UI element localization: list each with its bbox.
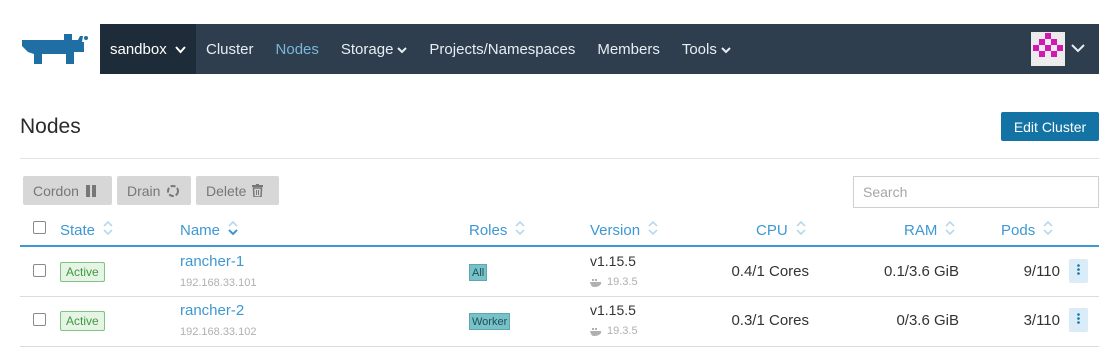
- drain-button[interactable]: Drain: [117, 176, 191, 205]
- sort-icon: [945, 220, 955, 239]
- node-ip: 192.168.33.102: [180, 326, 257, 338]
- column-header-version[interactable]: Version: [590, 220, 658, 239]
- delete-button[interactable]: Delete: [196, 176, 279, 205]
- chevron-down-icon: [397, 41, 408, 58]
- cpu-value: 0.4/1 Cores: [731, 263, 809, 280]
- column-label: State: [60, 221, 96, 239]
- column-label: Version: [590, 221, 641, 239]
- edit-cluster-button[interactable]: Edit Cluster: [1001, 112, 1099, 141]
- column-header-state[interactable]: State: [60, 220, 113, 239]
- top-navigation: sandbox Cluster Nodes Storage Projects/N…: [100, 24, 1099, 74]
- chevron-down-icon: [721, 41, 731, 58]
- nav-storage[interactable]: Storage: [341, 41, 408, 58]
- node-name-link[interactable]: rancher-2: [180, 302, 244, 319]
- node-name-link[interactable]: rancher-1: [180, 253, 244, 270]
- pods-value: 3/110: [1023, 312, 1060, 329]
- row-divider: [20, 346, 1099, 347]
- nav-cluster[interactable]: Cluster: [206, 41, 254, 58]
- node-ip: 192.168.33.101: [180, 277, 257, 289]
- user-menu[interactable]: [1031, 32, 1085, 66]
- nav-nodes-label: Nodes: [275, 40, 319, 58]
- nav-tools-label: Tools: [681, 40, 717, 58]
- sort-icon: [515, 220, 525, 239]
- nav-nodes[interactable]: Nodes: [276, 41, 319, 58]
- nav-cluster-label: Cluster: [206, 40, 254, 58]
- status-badge: Active: [60, 311, 105, 331]
- row-actions-button[interactable]: [1069, 308, 1088, 332]
- kubernetes-version: v1.15.5: [590, 302, 636, 318]
- column-header-name[interactable]: Name: [180, 220, 238, 239]
- table-header-divider: [20, 245, 1099, 247]
- column-label: CPU: [756, 221, 788, 239]
- nav-tools[interactable]: Tools: [682, 41, 731, 58]
- nav-members[interactable]: Members: [597, 41, 660, 58]
- page-title: Nodes: [20, 115, 81, 138]
- role-badge: All: [469, 264, 488, 281]
- role-badge: Worker: [469, 313, 511, 330]
- column-header-ram[interactable]: RAM: [904, 220, 955, 239]
- pods-value: 9/110: [1023, 263, 1060, 280]
- docker-icon: [590, 327, 602, 336]
- nav-members-label: Members: [597, 40, 660, 58]
- ram-value: 0.1/3.6 GiB: [883, 263, 959, 280]
- sort-descending-icon: [228, 220, 238, 239]
- cordon-label: Cordon: [33, 182, 79, 199]
- column-label: RAM: [904, 221, 938, 239]
- column-label: Pods: [1001, 221, 1036, 239]
- row-divider: [20, 296, 1099, 297]
- cpu-value: 0.3/1 Cores: [731, 312, 809, 329]
- nav-projects-namespaces[interactable]: Projects/Namespaces: [429, 41, 575, 58]
- nav-storage-label: Storage: [340, 40, 394, 58]
- kebab-menu-icon: [1077, 311, 1080, 329]
- kebab-menu-icon: [1077, 262, 1080, 280]
- docker-version-text: 19.3.5: [607, 276, 638, 288]
- ram-value: 0/3.6 GiB: [896, 312, 959, 329]
- drain-label: Drain: [127, 182, 161, 199]
- cordon-button[interactable]: Cordon: [23, 176, 112, 205]
- search-input[interactable]: [853, 176, 1099, 208]
- delete-label: Delete: [206, 182, 247, 199]
- select-all-checkbox[interactable]: [33, 221, 46, 234]
- docker-version-text: 19.3.5: [607, 325, 638, 337]
- row-checkbox[interactable]: [33, 313, 46, 326]
- column-header-cpu[interactable]: CPU: [756, 220, 806, 239]
- chevron-down-icon: [174, 41, 186, 58]
- pause-icon: [85, 184, 97, 197]
- column-label: Roles: [469, 221, 508, 239]
- avatar: [1031, 32, 1065, 66]
- chevron-down-icon: [1071, 40, 1085, 58]
- kubernetes-version: v1.15.5: [590, 253, 636, 269]
- docker-version: 19.3.5: [590, 325, 638, 337]
- row-checkbox[interactable]: [33, 264, 46, 277]
- sort-icon: [648, 220, 658, 239]
- column-header-pods[interactable]: Pods: [1001, 220, 1053, 239]
- row-actions-button[interactable]: [1069, 259, 1088, 283]
- divider: [20, 158, 1099, 159]
- column-label: Name: [180, 221, 221, 239]
- sort-icon: [103, 220, 113, 239]
- refresh-icon: [166, 184, 180, 198]
- cluster-selector[interactable]: sandbox: [100, 24, 196, 74]
- status-badge: Active: [60, 262, 105, 282]
- column-header-roles[interactable]: Roles: [469, 220, 525, 239]
- docker-icon: [590, 278, 602, 287]
- trash-icon: [252, 184, 264, 197]
- nav-projects-label: Projects/Namespaces: [429, 40, 576, 58]
- docker-version: 19.3.5: [590, 276, 638, 288]
- sort-icon: [796, 220, 806, 239]
- cluster-name: sandbox: [110, 40, 167, 58]
- sort-icon: [1043, 220, 1053, 239]
- rancher-logo[interactable]: [20, 28, 90, 70]
